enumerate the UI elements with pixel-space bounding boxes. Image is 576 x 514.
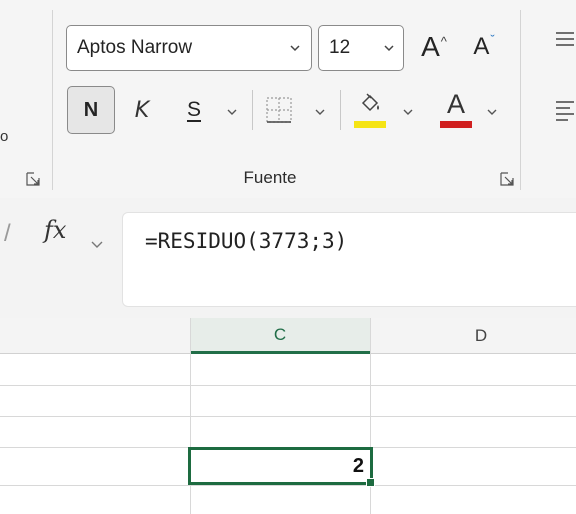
formula-text: =RESIDUO(3773;3) [145, 229, 348, 253]
font-name-value: Aptos Narrow [77, 37, 193, 58]
formula-divider-icon: / [4, 220, 11, 247]
font-color-swatch [440, 121, 472, 128]
bold-button[interactable]: N [67, 86, 115, 134]
font-color-button[interactable]: A [436, 86, 476, 132]
borders-button[interactable] [262, 92, 296, 128]
insert-function-icon[interactable]: fx [44, 216, 66, 244]
chevron-down-icon[interactable] [90, 238, 104, 252]
underline-chevron-down-icon[interactable] [226, 106, 238, 118]
shrink-font-button[interactable]: Aˇ [466, 26, 502, 68]
underline-button[interactable]: S [180, 88, 208, 132]
fill-handle[interactable] [366, 478, 375, 487]
formula-input[interactable]: =RESIDUO(3773;3) [122, 212, 576, 307]
button-separator [252, 90, 253, 130]
align-left-icon[interactable] [548, 96, 576, 126]
align-top-icon[interactable] [548, 24, 576, 54]
fill-color-button[interactable] [350, 86, 390, 132]
column-header-d[interactable]: D [371, 318, 576, 354]
grow-font-icon: A^ [421, 31, 447, 62]
active-cell[interactable]: 2 [188, 447, 373, 485]
grow-font-button[interactable]: A^ [414, 26, 454, 68]
font-size-value: 12 [329, 37, 351, 58]
worksheet-grid: C D 2 [0, 318, 576, 514]
row-gridline [0, 385, 576, 386]
chevron-down-icon [290, 45, 300, 52]
clipboard-group-label-fragment: o [0, 128, 9, 145]
font-group-label: Fuente [243, 168, 297, 187]
row-gridline [0, 485, 576, 486]
fill-color-icon [361, 93, 379, 112]
font-color-icon: A [446, 88, 465, 119]
button-separator [340, 90, 341, 130]
chevron-down-icon [384, 45, 394, 52]
active-cell-value: 2 [352, 455, 364, 477]
column-header-bar: C D [0, 318, 576, 354]
fill-color-swatch [354, 121, 386, 128]
ribbon: o Aptos Narrow 12 A^ Aˇ N K S A Fuente [0, 0, 576, 198]
italic-button[interactable]: K [126, 88, 158, 132]
group-separator [520, 10, 521, 190]
font-size-dropdown[interactable]: 12 [318, 25, 404, 71]
borders-chevron-down-icon[interactable] [314, 106, 326, 118]
group-separator [52, 10, 53, 190]
row-gridline [0, 416, 576, 417]
font-name-dropdown[interactable]: Aptos Narrow [66, 25, 312, 71]
font-color-chevron-down-icon[interactable] [486, 106, 498, 118]
fill-color-chevron-down-icon[interactable] [402, 106, 414, 118]
formula-bar: / fx =RESIDUO(3773;3) [0, 198, 576, 318]
shrink-font-icon: Aˇ [473, 32, 495, 60]
borders-icon [266, 97, 292, 123]
font-dialog-launcher-icon[interactable] [500, 172, 514, 186]
column-header-c[interactable]: C [190, 318, 370, 354]
